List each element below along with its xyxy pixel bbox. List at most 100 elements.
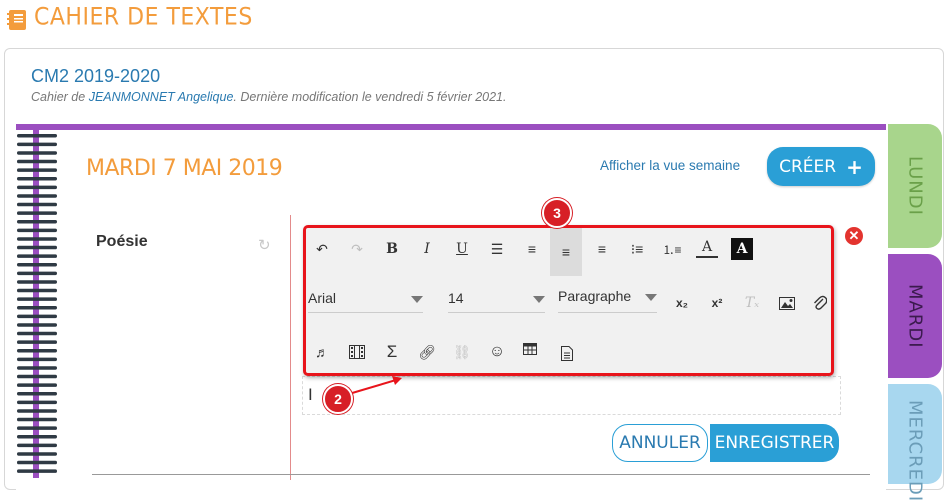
unlink-icon[interactable]: ⛓︎ — [451, 341, 473, 363]
size-value: 14 — [448, 290, 464, 306]
spiral-ring — [17, 159, 57, 164]
spiral-ring — [17, 409, 57, 413]
formula-icon[interactable]: Σ — [381, 341, 403, 363]
bullet-list-icon[interactable]: ⁝≡ — [626, 238, 648, 260]
chevron-down-icon — [645, 294, 657, 301]
spiral-ring — [17, 220, 57, 224]
spiral-ring — [17, 366, 57, 370]
spiral-ring — [17, 263, 57, 267]
format-select[interactable]: Paragraphe — [558, 288, 657, 313]
spiral-ring — [17, 357, 57, 362]
page-rule — [92, 474, 870, 475]
spiral-ring — [17, 271, 57, 276]
spiral-ring — [17, 460, 57, 465]
italic-icon[interactable]: I — [416, 238, 438, 260]
tab-label: MERCREDI — [904, 400, 926, 502]
class-subtitle: Cahier de JEANMONNET Angelique. Dernière… — [31, 90, 506, 104]
superscript-icon[interactable]: x² — [706, 292, 728, 314]
align-center-icon[interactable]: ≡ — [521, 238, 543, 260]
class-title: CM2 2019-2020 — [31, 66, 161, 86]
spiral-ring — [17, 400, 57, 405]
redo-icon[interactable]: ↷ — [346, 238, 368, 260]
emoji-icon[interactable]: ☺ — [486, 341, 508, 363]
audio-icon[interactable]: ♬ — [311, 341, 333, 363]
spiral-ring — [17, 288, 57, 293]
spiral-ring — [17, 374, 57, 379]
author-name[interactable]: JEANMONNET Angelique — [89, 90, 234, 104]
spiral-ring — [17, 340, 57, 344]
spiral-ring — [17, 134, 57, 138]
spiral-ring — [17, 185, 57, 190]
table-icon[interactable] — [519, 338, 541, 360]
spiral-binding — [17, 130, 57, 478]
tab-label: MARDI — [904, 283, 926, 349]
close-icon[interactable]: ✕ — [845, 227, 863, 245]
save-button[interactable]: ENREGISTRER — [710, 424, 839, 462]
align-right-icon[interactable]: ≡ — [591, 238, 613, 260]
text-color-icon[interactable]: A — [696, 238, 718, 258]
chevron-down-icon — [533, 296, 545, 303]
refresh-icon[interactable]: ↻ — [258, 236, 271, 254]
spiral-ring — [17, 417, 57, 422]
tab-lundi[interactable]: LUNDI — [888, 124, 942, 248]
spiral-ring — [17, 211, 57, 215]
spiral-ring — [17, 177, 57, 181]
annotation-marker-2: 2 — [323, 384, 353, 414]
clear-format-icon[interactable]: Tₓ — [741, 292, 763, 314]
cancel-button[interactable]: ANNULER — [612, 424, 708, 462]
subject-label: Poésie — [96, 233, 148, 250]
spiral-ring — [17, 323, 57, 327]
subtitle-suffix: . Dernière modification le vendredi 5 fé… — [233, 90, 507, 104]
editor-toolbar: ↶ ↷ B I U ☰ ≡ ≡ ≡ ⁝≡ ⒈≡ A A Arial 14 Par… — [303, 225, 834, 376]
text-cursor-icon: I — [308, 385, 313, 404]
tab-mercredi[interactable]: MERCREDI — [888, 384, 942, 502]
size-select[interactable]: 14 — [448, 290, 545, 313]
attachment-icon[interactable] — [809, 292, 831, 314]
font-select[interactable]: Arial — [308, 290, 423, 313]
subscript-icon[interactable]: x₂ — [671, 292, 693, 314]
underline-icon[interactable]: U — [451, 238, 473, 260]
spiral-ring — [17, 151, 57, 155]
spiral-ring — [17, 314, 57, 319]
video-icon[interactable] — [346, 341, 368, 363]
spiral-ring — [17, 452, 57, 456]
numbered-list-icon[interactable]: ⒈≡ — [661, 238, 683, 260]
spiral-ring — [17, 237, 57, 241]
spiral-ring — [17, 435, 57, 439]
image-icon[interactable] — [776, 292, 798, 314]
format-value: Paragraphe — [558, 288, 632, 304]
day-title: MARDI 7 MAI 2019 — [86, 156, 283, 181]
notebook-icon — [7, 10, 26, 30]
create-button[interactable]: CRÉER + — [767, 147, 875, 186]
app-title: CAHIER DE TEXTES — [34, 3, 253, 32]
link-icon[interactable]: 🔗︎ — [416, 341, 438, 363]
spiral-ring — [17, 194, 57, 198]
spiral-ring — [17, 228, 57, 233]
spiral-ring — [17, 443, 57, 448]
align-left-icon[interactable]: ≡ — [550, 228, 582, 276]
tab-mardi[interactable]: MARDI — [888, 254, 942, 378]
spiral-ring — [17, 168, 57, 172]
justify-icon[interactable]: ☰ — [486, 238, 508, 260]
chevron-down-icon — [411, 296, 423, 303]
document-icon[interactable] — [556, 342, 578, 364]
font-value: Arial — [308, 290, 337, 306]
spiral-ring — [17, 426, 57, 430]
annotation-marker-3: 3 — [542, 198, 572, 228]
spiral-ring — [17, 202, 57, 207]
create-label: CRÉER — [779, 156, 837, 177]
background-color-icon[interactable]: A — [731, 238, 753, 260]
spiral-ring — [17, 245, 57, 250]
plus-icon: + — [846, 154, 863, 179]
bold-icon[interactable]: B — [381, 238, 403, 260]
spiral-ring — [17, 469, 57, 473]
undo-icon[interactable]: ↶ — [311, 238, 333, 260]
spiral-ring — [17, 306, 57, 310]
subtitle-prefix: Cahier de — [31, 90, 89, 104]
spiral-ring — [17, 254, 57, 258]
week-view-link[interactable]: Afficher la vue semaine — [600, 158, 740, 173]
tab-label: LUNDI — [904, 156, 926, 216]
margin-line — [290, 215, 291, 480]
spiral-ring — [17, 392, 57, 396]
spiral-ring — [17, 349, 57, 353]
